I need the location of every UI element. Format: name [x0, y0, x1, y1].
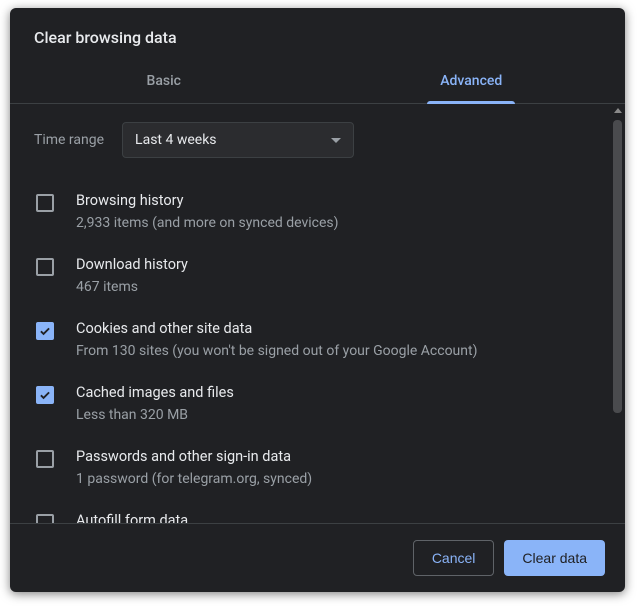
tabs: Basic Advanced: [10, 61, 625, 104]
scroll-thumb[interactable]: [613, 120, 622, 413]
item-desc: 467 items: [76, 277, 597, 297]
scroll-content: Time range Last 4 weeks Browsing history…: [10, 104, 610, 523]
checkbox-wrap: [34, 447, 56, 468]
tab-advanced[interactable]: Advanced: [318, 61, 626, 103]
item-title: Passwords and other sign-in data: [76, 447, 597, 467]
cancel-button[interactable]: Cancel: [413, 540, 495, 576]
time-range-select[interactable]: Last 4 weeks: [122, 122, 354, 158]
dialog-footer: Cancel Clear data: [10, 524, 625, 592]
item-desc: 1 password (for telegram.org, synced): [76, 469, 597, 489]
clear-browsing-data-dialog: Clear browsing data Basic Advanced Time …: [10, 8, 625, 592]
check-icon: [38, 388, 52, 402]
scroll-up-icon: [614, 108, 622, 113]
item-texts: Browsing history2,933 items (and more on…: [76, 191, 597, 233]
item-title: Browsing history: [76, 191, 597, 211]
item-texts: Autofill form data: [76, 511, 597, 523]
item-title: Cookies and other site data: [76, 319, 597, 339]
item-texts: Download history467 items: [76, 255, 597, 297]
list-item: Download history467 items: [34, 244, 597, 308]
list-item: Cached images and filesLess than 320 MB: [34, 372, 597, 436]
item-desc: Less than 320 MB: [76, 405, 597, 425]
item-texts: Cached images and filesLess than 320 MB: [76, 383, 597, 425]
item-texts: Passwords and other sign-in data1 passwo…: [76, 447, 597, 489]
item-title: Autofill form data: [76, 511, 597, 523]
check-icon: [38, 324, 52, 338]
list-item: Browsing history2,933 items (and more on…: [34, 180, 597, 244]
dialog-title: Clear browsing data: [10, 8, 625, 61]
checkbox[interactable]: [36, 450, 54, 468]
item-title: Download history: [76, 255, 597, 275]
time-range-value: Last 4 weeks: [135, 132, 216, 148]
checkbox-wrap: [34, 319, 56, 340]
checkbox[interactable]: [36, 386, 54, 404]
checkbox-wrap: [34, 255, 56, 276]
checkbox[interactable]: [36, 514, 54, 523]
item-texts: Cookies and other site dataFrom 130 site…: [76, 319, 597, 361]
checkbox-wrap: [34, 383, 56, 404]
item-desc: 2,933 items (and more on synced devices): [76, 213, 597, 233]
list-item: Passwords and other sign-in data1 passwo…: [34, 436, 597, 500]
checkbox[interactable]: [36, 322, 54, 340]
list-item: Cookies and other site dataFrom 130 site…: [34, 308, 597, 372]
time-range-label: Time range: [34, 132, 104, 148]
list-item: Autofill form data: [34, 500, 597, 523]
checkbox[interactable]: [36, 194, 54, 212]
checkbox-wrap: [34, 511, 56, 523]
item-title: Cached images and files: [76, 383, 597, 403]
dialog-body: Time range Last 4 weeks Browsing history…: [10, 104, 625, 524]
checkbox-wrap: [34, 191, 56, 212]
checkbox[interactable]: [36, 258, 54, 276]
clear-data-button[interactable]: Clear data: [504, 540, 605, 576]
time-range-row: Time range Last 4 weeks: [34, 122, 597, 158]
item-desc: From 130 sites (you won't be signed out …: [76, 341, 597, 361]
chevron-down-icon: [331, 138, 341, 143]
tab-basic[interactable]: Basic: [10, 61, 318, 103]
scrollbar[interactable]: [610, 104, 625, 523]
